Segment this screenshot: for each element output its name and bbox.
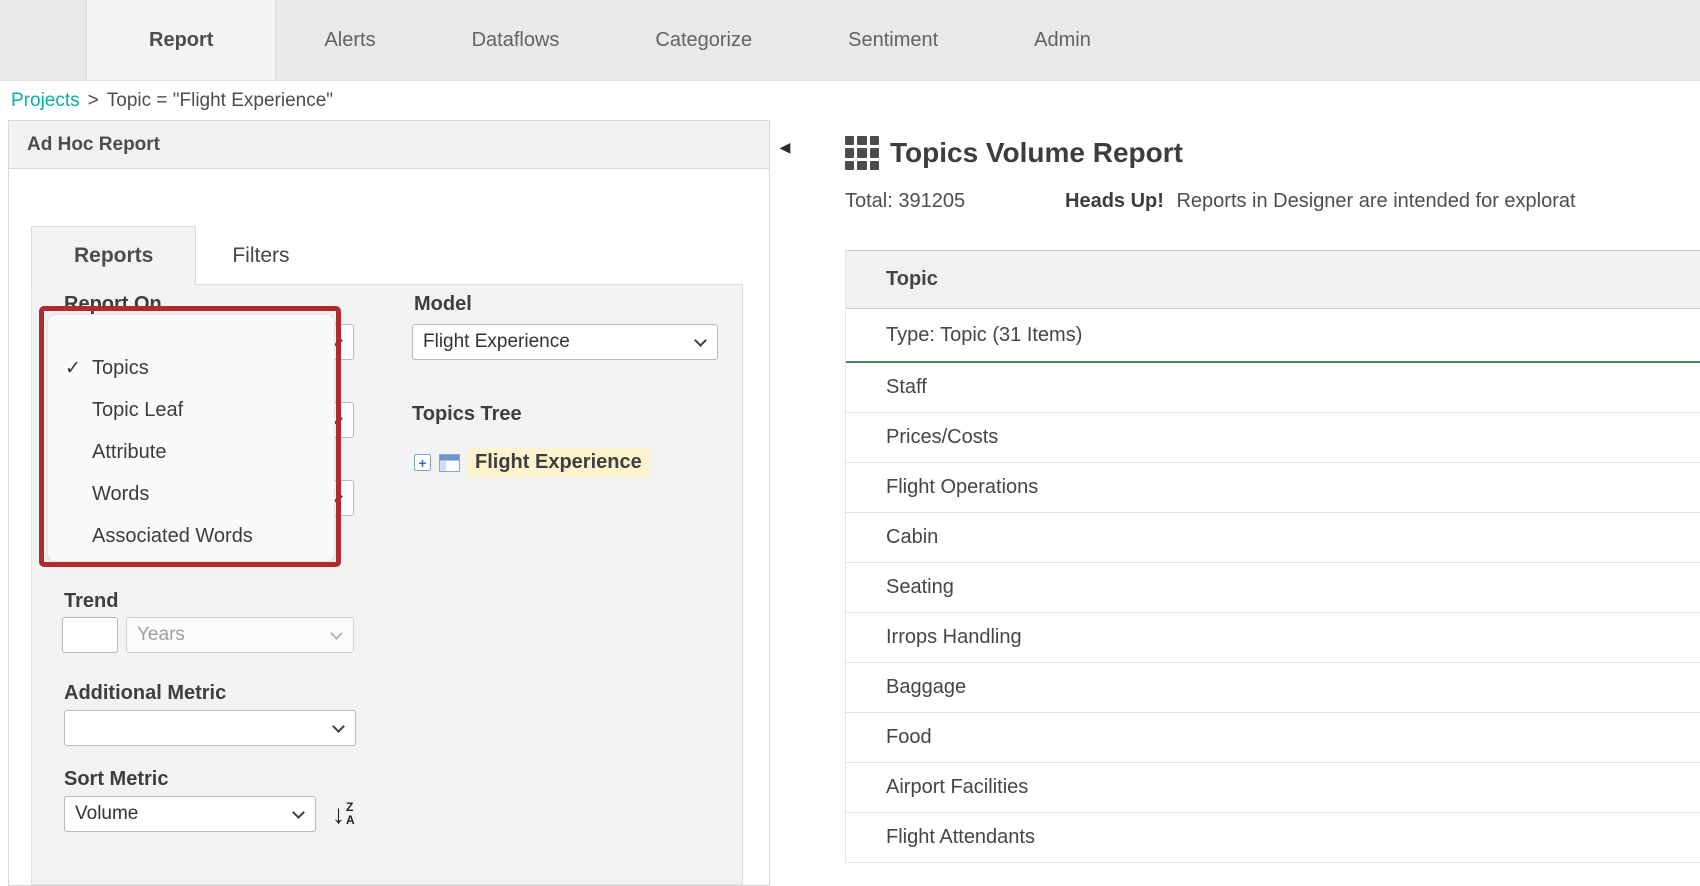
checkmark-icon: ✓ [65, 357, 92, 380]
table-row[interactable]: Irrops Handling [846, 613, 1700, 663]
chevron-down-icon [332, 720, 345, 733]
dropdown-option-associated-words[interactable]: Associated Words [48, 515, 334, 557]
table-row[interactable]: Flight Operations [846, 463, 1700, 513]
chevron-down-icon [330, 627, 343, 640]
report-on-dropdown-menu: ✓ Topics Topic Leaf Attribute Words [47, 314, 335, 562]
sort-metric-select[interactable]: Volume [64, 796, 316, 832]
nav-tab-sentiment[interactable]: Sentiment [800, 0, 986, 80]
total-count: Total: 391205 [845, 190, 965, 213]
table-row[interactable]: Flight Attendants [846, 813, 1700, 863]
report-subheader: Total: 391205 Heads Up! Reports in Desig… [845, 190, 1700, 218]
dropdown-option-label: Topic Leaf [92, 399, 183, 422]
main-content: Ad Hoc Report Reports Filters Report On [0, 120, 1700, 886]
dropdown-option-label: Topics [92, 357, 149, 380]
nav-tab-admin[interactable]: Admin [986, 0, 1139, 80]
collapse-panel-button[interactable]: ◀ [772, 132, 798, 162]
page: Report Alerts Dataflows Categorize Senti… [0, 0, 1700, 120]
table-row[interactable]: Prices/Costs [846, 413, 1700, 463]
table-row[interactable]: Food [846, 713, 1700, 763]
nav-tab-dataflows[interactable]: Dataflows [424, 0, 608, 80]
trend-label: Trend [64, 590, 118, 613]
chevron-down-icon [694, 334, 707, 347]
heads-up-label: Heads Up! [1065, 190, 1164, 212]
topics-tree-root-node[interactable]: + Flight Experience [414, 448, 649, 477]
sort-order-button[interactable]: ↓ Z A [332, 796, 355, 832]
grid-icon [845, 136, 879, 170]
report-view: Topics Volume Report Total: 391205 Heads… [845, 120, 1700, 886]
dropdown-option-topic-leaf[interactable]: Topic Leaf [48, 389, 334, 431]
nav-tab-report[interactable]: Report [86, 0, 276, 80]
additional-metric-label: Additional Metric [64, 682, 226, 705]
table-header-topic: Topic [846, 251, 1700, 309]
table-row[interactable]: Baggage [846, 663, 1700, 713]
report-header: Topics Volume Report [845, 136, 1183, 170]
panel-tabs: Reports Filters [31, 226, 326, 285]
sort-metric-value: Volume [75, 803, 138, 825]
dropdown-option-label: Attribute [92, 441, 166, 464]
topics-tree-label: Topics Tree [412, 403, 522, 426]
dropdown-option-label: Associated Words [92, 525, 253, 548]
report-title: Topics Volume Report [890, 137, 1183, 169]
additional-metric-select[interactable] [64, 710, 356, 746]
dropdown-option-topics[interactable]: ✓ Topics [48, 347, 334, 389]
tab-filters[interactable]: Filters [196, 226, 325, 285]
trend-value-input[interactable] [62, 617, 118, 653]
table-row[interactable]: Staff [846, 363, 1700, 413]
nav-tab-categorize[interactable]: Categorize [607, 0, 800, 80]
sort-metric-label: Sort Metric [64, 768, 168, 791]
panel-header: Ad Hoc Report [9, 121, 769, 169]
heads-up-text: Reports in Designer are intended for exp… [1176, 190, 1575, 212]
table-group-row: Type: Topic (31 Items) [846, 309, 1700, 363]
trend-unit-select[interactable]: Years [126, 617, 354, 653]
report-form: Report On Model Flight Experience [31, 284, 743, 885]
dropdown-option-attribute[interactable]: Attribute [48, 431, 334, 473]
adhoc-report-panel: Ad Hoc Report Reports Filters Report On [8, 120, 770, 886]
model-select-value: Flight Experience [423, 331, 570, 353]
dropdown-option-label: Words [92, 483, 149, 506]
heads-up-note: Heads Up! Reports in Designer are intend… [1065, 190, 1576, 213]
table-row[interactable]: Airport Facilities [846, 763, 1700, 813]
top-nav: Report Alerts Dataflows Categorize Senti… [0, 0, 1700, 81]
sort-descending-icon: ↓ [332, 801, 345, 827]
panel-title: Ad Hoc Report [27, 134, 160, 156]
nav-tab-alerts[interactable]: Alerts [276, 0, 423, 80]
model-icon [439, 454, 460, 472]
report-on-label: Report On [64, 293, 162, 316]
table-row[interactable]: Cabin [846, 513, 1700, 563]
expand-plus-icon[interactable]: + [414, 454, 431, 471]
tab-reports[interactable]: Reports [31, 226, 196, 285]
breadcrumb-current: Topic = "Flight Experience" [107, 90, 333, 112]
trend-unit-value: Years [137, 624, 185, 646]
chevron-down-icon [292, 806, 305, 819]
model-label: Model [414, 293, 472, 316]
topics-tree-root-label[interactable]: Flight Experience [468, 448, 649, 477]
topics-table: Topic Type: Topic (31 Items) Staff Price… [845, 250, 1700, 863]
breadcrumb-separator: > [88, 90, 99, 112]
breadcrumb-projects-link[interactable]: Projects [11, 90, 80, 112]
breadcrumb: Projects > Topic = "Flight Experience" [0, 81, 1700, 120]
table-row[interactable]: Seating [846, 563, 1700, 613]
model-select[interactable]: Flight Experience [412, 324, 718, 360]
dropdown-option-words[interactable]: Words [48, 473, 334, 515]
sort-za-letters: Z A [346, 801, 355, 826]
